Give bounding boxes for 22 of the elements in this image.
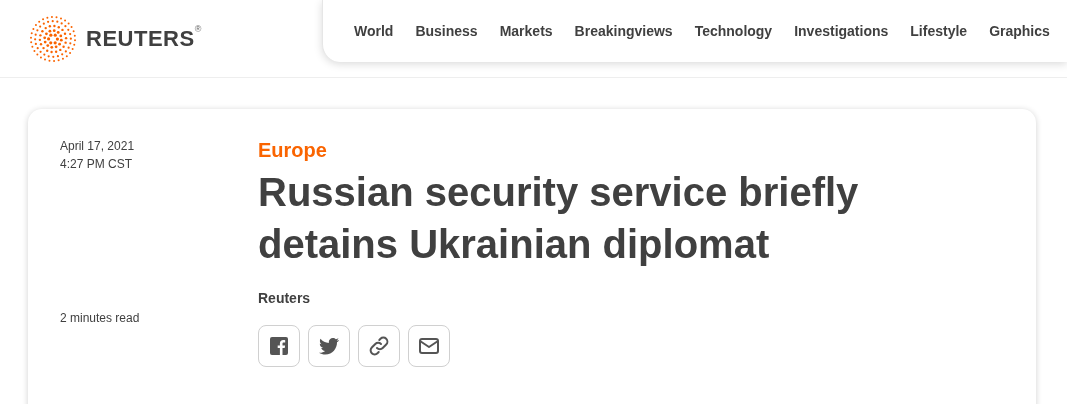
facebook-icon [267,334,291,358]
share-facebook-button[interactable] [258,325,300,367]
logo-icon[interactable] [28,13,78,64]
logo-wordmark[interactable]: REUTERS [86,22,195,55]
nav-link[interactable]: Business [415,20,478,42]
nav-link[interactable]: Technology [694,20,773,42]
share-twitter-button[interactable] [308,325,350,367]
nav-link[interactable]: Graphics [989,20,1050,42]
author-name[interactable]: Reuters [258,288,311,309]
nav-link[interactable]: World [354,20,394,42]
nav-link[interactable]: Breakingviews [574,20,673,42]
share-email-button[interactable] [408,325,450,367]
nav-link[interactable]: Markets [499,20,553,42]
nav-link[interactable]: Investigations [794,20,889,42]
link-icon [367,334,391,358]
registered-mark: ® [194,23,202,34]
read-time: 2 minutes read [60,310,140,327]
publish-date: April 17, 2021 [60,138,135,155]
headline: Russian security service briefly detains Ukrainian diplomat [258,169,860,268]
publish-time: 4:27 PM CST [60,156,133,173]
share-link-button[interactable] [358,325,400,367]
nav-link[interactable]: Lifestyle [910,20,968,42]
